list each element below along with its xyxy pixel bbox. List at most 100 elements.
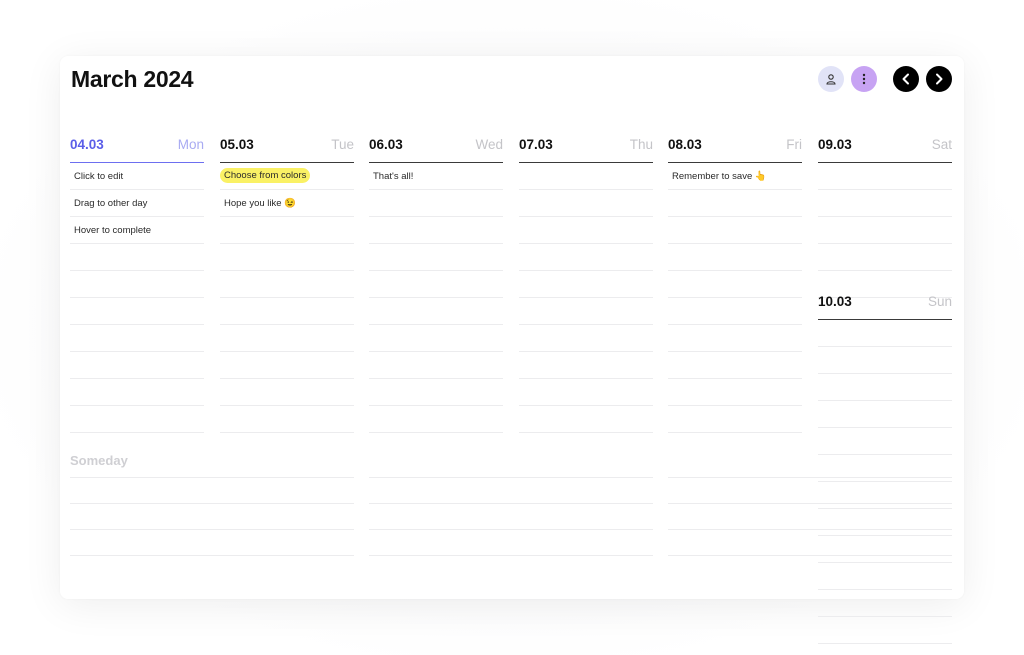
day-name: Sat	[931, 137, 952, 152]
empty-task-slot[interactable]	[818, 347, 952, 374]
empty-task-slot[interactable]	[668, 217, 802, 244]
empty-task-slot[interactable]	[369, 244, 503, 271]
user-icon	[826, 74, 836, 85]
someday-task-slot[interactable]	[70, 555, 354, 556]
empty-task-slot[interactable]	[668, 271, 802, 298]
day-header[interactable]: 08.03 Fri	[668, 137, 802, 163]
task-row[interactable]: Click to edit	[70, 163, 204, 190]
empty-task-slot[interactable]	[668, 298, 802, 325]
day-date: 08.03	[668, 137, 702, 152]
empty-task-slot[interactable]	[668, 379, 802, 406]
someday-task-slot[interactable]	[369, 503, 653, 504]
empty-task-slot[interactable]	[70, 271, 204, 298]
empty-task-slot[interactable]	[668, 190, 802, 217]
task-text: That's all!	[373, 171, 414, 182]
empty-task-slot[interactable]	[818, 617, 952, 644]
empty-task-slot[interactable]	[220, 379, 354, 406]
someday-task-slot[interactable]	[70, 477, 354, 478]
day-header[interactable]: 07.03 Thu	[519, 137, 653, 163]
day-header[interactable]: 04.03 Mon	[70, 137, 204, 163]
empty-task-slot[interactable]	[220, 298, 354, 325]
task-row[interactable]: Drag to other day	[70, 190, 204, 217]
day-column: 06.03 Wed That's all!	[369, 137, 503, 433]
empty-task-slot[interactable]	[668, 406, 802, 433]
more-options-button[interactable]	[851, 66, 877, 92]
task-text: Click to edit	[74, 171, 124, 182]
empty-task-slot[interactable]	[818, 217, 952, 244]
someday-task-slot[interactable]	[369, 529, 653, 530]
empty-task-slot[interactable]	[369, 406, 503, 433]
empty-task-slot[interactable]	[818, 509, 952, 536]
empty-task-slot[interactable]	[519, 190, 653, 217]
task-row[interactable]: That's all!	[369, 163, 503, 190]
empty-task-slot[interactable]	[818, 244, 952, 271]
day-name: Sun	[927, 294, 952, 309]
empty-task-slot[interactable]	[369, 271, 503, 298]
previous-week-button[interactable]	[893, 66, 919, 92]
empty-task-slot[interactable]	[220, 406, 354, 433]
someday-task-slot[interactable]	[668, 503, 952, 504]
empty-task-slot[interactable]	[369, 217, 503, 244]
empty-task-slot[interactable]	[519, 244, 653, 271]
someday-task-slot[interactable]	[70, 529, 354, 530]
empty-task-slot[interactable]	[369, 325, 503, 352]
empty-task-slot[interactable]	[519, 352, 653, 379]
empty-task-slot[interactable]	[70, 379, 204, 406]
empty-task-slot[interactable]	[818, 374, 952, 401]
empty-task-slot[interactable]	[818, 482, 952, 509]
empty-task-slot[interactable]	[220, 217, 354, 244]
empty-task-slot[interactable]	[818, 428, 952, 455]
someday-task-slot[interactable]	[70, 503, 354, 504]
day-column: 09.03 Sat	[818, 137, 952, 298]
day-column: 07.03 Thu	[519, 137, 653, 433]
empty-task-slot[interactable]	[70, 244, 204, 271]
empty-task-slot[interactable]	[818, 320, 952, 347]
empty-task-slot[interactable]	[70, 298, 204, 325]
user-button[interactable]	[818, 66, 844, 92]
empty-task-slot[interactable]	[70, 352, 204, 379]
next-week-button[interactable]	[926, 66, 952, 92]
someday-task-slot[interactable]	[369, 555, 653, 556]
empty-task-slot[interactable]	[70, 325, 204, 352]
empty-task-slot[interactable]	[818, 190, 952, 217]
day-header[interactable]: 06.03 Wed	[369, 137, 503, 163]
task-text: Drag to other day	[74, 198, 148, 209]
task-row[interactable]: Hover to complete	[70, 217, 204, 244]
empty-task-slot[interactable]	[220, 352, 354, 379]
empty-task-slot[interactable]	[818, 563, 952, 590]
empty-task-slot[interactable]	[519, 271, 653, 298]
empty-task-slot[interactable]	[668, 352, 802, 379]
empty-task-slot[interactable]	[519, 217, 653, 244]
empty-task-slot[interactable]	[519, 298, 653, 325]
empty-task-slot[interactable]	[369, 352, 503, 379]
empty-task-slot[interactable]	[818, 163, 952, 190]
empty-task-slot[interactable]	[220, 271, 354, 298]
day-date: 07.03	[519, 137, 553, 152]
empty-task-slot[interactable]	[369, 190, 503, 217]
empty-task-slot[interactable]	[818, 590, 952, 617]
task-row[interactable]: Choose from colors	[220, 163, 354, 190]
someday-task-slot[interactable]	[668, 529, 952, 530]
day-header[interactable]: 05.03 Tue	[220, 137, 354, 163]
empty-task-slot[interactable]	[519, 163, 653, 190]
day-name: Wed	[475, 137, 503, 152]
empty-task-slot[interactable]	[519, 406, 653, 433]
empty-task-slot[interactable]	[369, 298, 503, 325]
empty-task-slot[interactable]	[220, 244, 354, 271]
empty-task-slot[interactable]	[519, 325, 653, 352]
empty-task-slot[interactable]	[220, 325, 354, 352]
empty-task-slot[interactable]	[668, 244, 802, 271]
empty-task-slot[interactable]	[519, 379, 653, 406]
someday-task-slot[interactable]	[668, 477, 952, 478]
empty-task-slot[interactable]	[70, 406, 204, 433]
day-header[interactable]: 10.03 Sun	[818, 294, 952, 320]
empty-task-slot[interactable]	[369, 379, 503, 406]
someday-task-slot[interactable]	[369, 477, 653, 478]
empty-task-slot[interactable]	[818, 401, 952, 428]
empty-task-slot[interactable]	[818, 536, 952, 563]
task-row[interactable]: Remember to save 👆	[668, 163, 802, 190]
task-row[interactable]: Hope you like 😉	[220, 190, 354, 217]
day-header[interactable]: 09.03 Sat	[818, 137, 952, 163]
empty-task-slot[interactable]	[668, 325, 802, 352]
someday-task-slot[interactable]	[668, 555, 952, 556]
